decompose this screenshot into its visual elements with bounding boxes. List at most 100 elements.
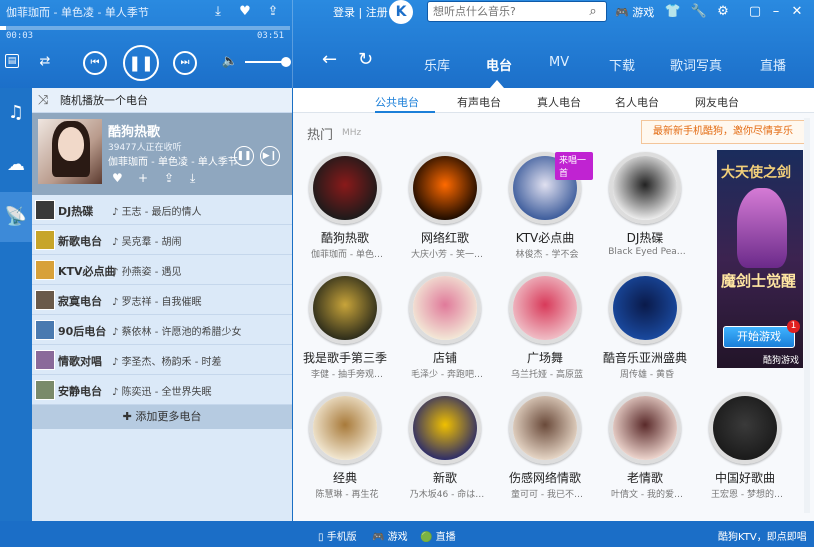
add-more-stations-button[interactable]: ✚ 添加更多电台 <box>32 405 292 429</box>
music-note-icon[interactable]: ♫ <box>0 88 32 138</box>
ktv-link[interactable]: 酷狗KTV，即点即唱 <box>718 528 807 543</box>
station-card-title: 我是歌手第三季 <box>302 351 387 365</box>
login-link[interactable]: 登录 <box>333 6 355 19</box>
current-station-cover <box>38 119 102 184</box>
station-card[interactable]: 我是歌手第三季 李健 - 抽手旁观… <box>297 272 393 392</box>
station-card-title: DJ热碟 <box>626 231 664 245</box>
station-card[interactable]: 中国好歌曲 王宏恩 - 梦想的… <box>697 392 793 512</box>
kugou-logo[interactable]: K <box>389 0 413 24</box>
next-button[interactable]: ⏭ <box>173 51 197 75</box>
login-register[interactable]: 登录 | 注册 <box>333 4 388 20</box>
station-card[interactable]: 广场舞 乌兰托娅 - 高原蓝 <box>497 272 593 392</box>
scrollbar[interactable] <box>804 118 810 513</box>
subnav-tab[interactable]: 网友电台 <box>695 94 739 110</box>
nav-tab[interactable]: 下载 <box>609 55 635 74</box>
station-card[interactable]: 新歌 乃木坂46 - 命は… <box>397 392 493 512</box>
subnav-tab[interactable]: 有声电台 <box>457 94 501 110</box>
random-play-bar[interactable]: ⤨ 随机播放一个电台 <box>32 88 292 113</box>
radio-antenna-icon[interactable]: 📡 <box>0 192 32 242</box>
top-bar: 伽菲珈而 - 单色凌 - 单人季节 ⤓ ♥ ⇪ 00:03 03:51 ▤ ⇄ … <box>0 0 814 88</box>
search-input[interactable] <box>428 2 578 21</box>
game-link-footer[interactable]: 🎮 游戏 <box>372 528 408 543</box>
download-icon[interactable]: ⤓ <box>190 171 195 186</box>
station-next-button[interactable]: ▶❙ <box>260 146 280 166</box>
dislike-icon[interactable]: ♥ <box>112 171 123 185</box>
volume-slider[interactable] <box>245 61 285 63</box>
subnav-tab[interactable]: 名人电台 <box>615 94 659 110</box>
settings-icon[interactable]: ⚙ <box>714 3 732 21</box>
section-title: 热门 <box>307 128 334 143</box>
back-arrow-icon[interactable]: ← <box>322 49 337 70</box>
ad-subtitle: 魔剑士觉醒 <box>721 272 797 290</box>
current-track: 伽菲珈而 - 单色凌 - 单人季节 <box>108 157 238 168</box>
promo-banner[interactable]: 最新新手机酷狗，邀你尽情享乐 <box>641 120 805 144</box>
station-row[interactable]: 寂寞电台 ♪ 罗志祥 - 自我催眠 <box>32 285 292 315</box>
station-card[interactable]: DJ热碟 Black Eyed Pea… <box>597 152 693 272</box>
skin-icon[interactable]: 👕 <box>664 3 682 21</box>
station-card[interactable]: 伤感网络情歌 童可可 - 我已不… <box>497 392 593 512</box>
station-card[interactable]: 经典 陈慧琳 - 再生花 <box>297 392 393 512</box>
station-now-playing: ♪ 蔡依林 - 许愿池的希腊少女 <box>112 327 242 338</box>
refresh-icon[interactable]: ↻ <box>358 49 373 70</box>
station-card-art <box>409 392 481 464</box>
progress-bar[interactable] <box>0 26 290 30</box>
previous-button[interactable]: ⏮ <box>83 51 107 75</box>
search-icon[interactable]: ⌕ <box>582 2 604 21</box>
station-thumb <box>35 230 55 250</box>
station-row[interactable]: DJ热碟 ♪ 王志 - 最后的情人 <box>32 195 292 225</box>
mobile-link[interactable]: ▯ 手机版 <box>318 528 357 543</box>
add-icon[interactable]: + <box>138 171 148 185</box>
station-name: DJ热碟 <box>58 205 94 218</box>
station-card-art <box>309 152 381 224</box>
share-icon[interactable]: ⇪ <box>164 171 174 185</box>
nav-tab[interactable]: MV <box>549 55 569 70</box>
minimize-icon[interactable]: – <box>767 3 785 21</box>
station-card-title: 经典 <box>332 471 357 485</box>
share-icon[interactable]: ⇪ <box>264 3 282 21</box>
station-card[interactable]: 酷狗热歌 伽菲珈而 - 单色… <box>297 152 393 272</box>
station-row[interactable]: 情歌对唱 ♪ 李圣杰、杨韵禾 - 时差 <box>32 345 292 375</box>
station-card-art <box>609 392 681 464</box>
nav-tab[interactable]: 歌词写真 <box>670 55 722 74</box>
nav-tab[interactable]: 直播 <box>760 55 786 74</box>
download-icon[interactable]: ⤓ <box>209 3 227 21</box>
station-card[interactable]: 网络红歌 大庆小芳 - 笑一… <box>397 152 493 272</box>
station-name: KTV必点曲 <box>58 265 116 278</box>
station-row[interactable]: KTV必点曲 ♪ 孙燕姿 - 遇见 <box>32 255 292 285</box>
live-link[interactable]: 🟢 直播 <box>420 528 456 543</box>
station-card-track: 乃木坂46 - 命は… <box>409 490 485 500</box>
shuffle-mode-icon[interactable]: ⇄ <box>36 53 54 71</box>
volume-icon[interactable]: 🔈 <box>221 53 239 71</box>
station-pause-button[interactable]: ❚❚ <box>234 146 254 166</box>
station-card[interactable]: 来唱一首 KTV必点曲 林俊杰 - 学不会 <box>497 152 593 272</box>
station-row[interactable]: 新歌电台 ♪ 吴克羣 - 胡闹 <box>32 225 292 255</box>
nav-tab[interactable]: 电台 <box>486 55 512 74</box>
ad-start-game-button[interactable]: 开始游戏 <box>723 326 795 348</box>
station-row[interactable]: 90后电台 ♪ 蔡依林 - 许愿池的希腊少女 <box>32 315 292 345</box>
game-link[interactable]: 🎮 游戏 <box>615 4 654 20</box>
minimize-mini-icon[interactable]: ▢ <box>746 3 764 21</box>
station-thumb <box>35 320 55 340</box>
search-box[interactable]: ⌕ <box>427 1 607 22</box>
station-name: 安静电台 <box>58 385 102 398</box>
station-card-art <box>409 272 481 344</box>
nav-active-indicator <box>490 80 504 88</box>
subnav-tab[interactable]: 真人电台 <box>537 94 581 110</box>
station-card[interactable]: 老情歌 叶倩文 - 我的爱… <box>597 392 693 512</box>
register-link[interactable]: 注册 <box>366 6 388 19</box>
station-row[interactable]: 安静电台 ♪ 陈奕迅 - 全世界失眠 <box>32 375 292 405</box>
station-card[interactable]: 酷音乐亚洲盛典 周传雄 - 黄昏 <box>597 272 693 392</box>
cloud-icon[interactable]: ☁ <box>0 140 32 190</box>
mini-mode-icon[interactable]: ▤ <box>5 54 19 68</box>
close-icon[interactable]: ✕ <box>788 3 806 21</box>
tools-icon[interactable]: 🔧 <box>690 3 708 21</box>
pause-button[interactable]: ❚❚ <box>123 45 159 81</box>
heart-icon[interactable]: ♥ <box>236 3 254 21</box>
station-now-playing: ♪ 孙燕姿 - 遇见 <box>112 267 182 278</box>
volume-knob[interactable] <box>281 57 291 67</box>
station-thumb <box>35 200 55 220</box>
station-card[interactable]: 店铺 毛泽少 - 奔跑吧… <box>397 272 493 392</box>
nav-tab[interactable]: 乐库 <box>424 55 450 74</box>
subnav-tab[interactable]: 公共电台 <box>375 94 419 110</box>
game-ad[interactable]: 大天使之剑 魔剑士觉醒 开始游戏 1 酷狗游戏 <box>717 150 803 368</box>
